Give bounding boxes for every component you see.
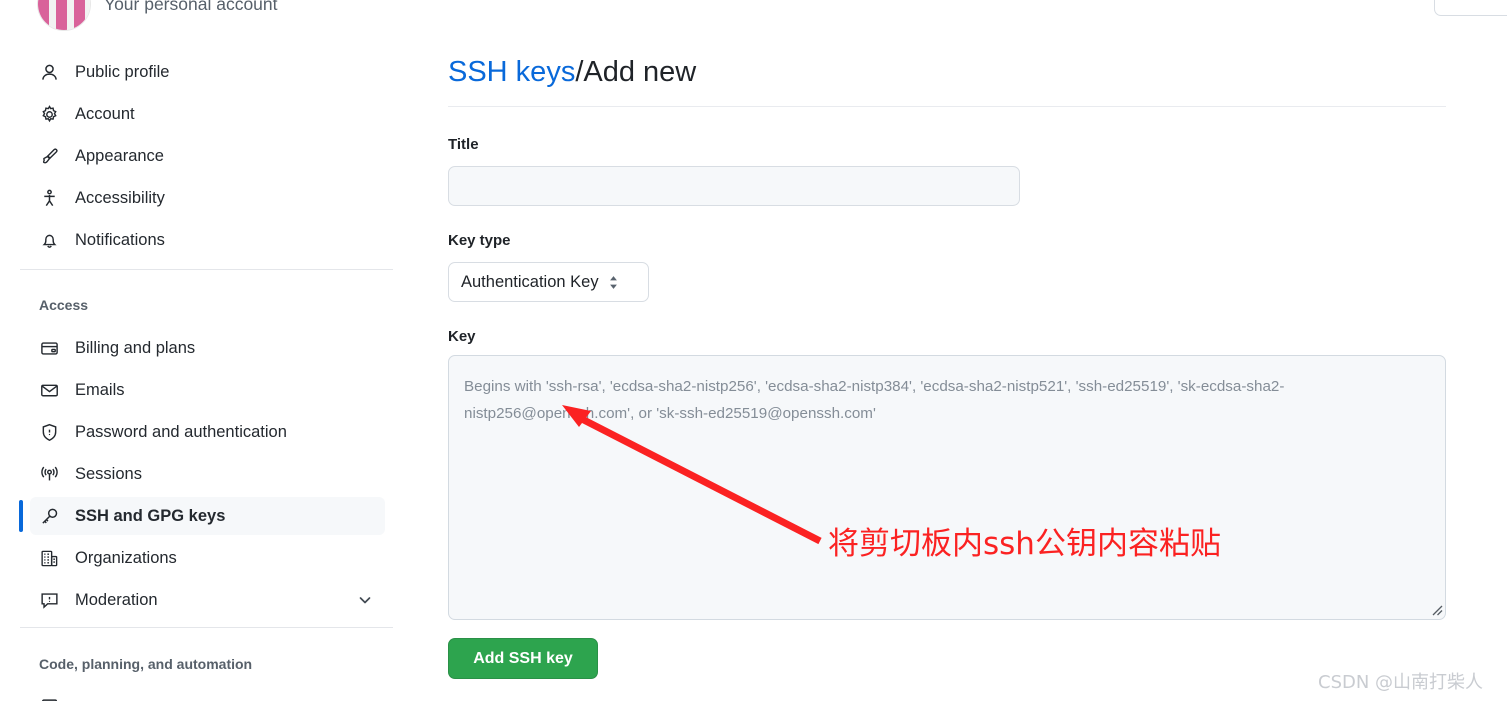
- sidebar-item-label: Sessions: [75, 464, 142, 483]
- sidebar-divider: [20, 269, 393, 270]
- bell-icon: [39, 230, 59, 250]
- settings-sidebar: Your personal account Public profile Acc…: [0, 0, 420, 701]
- sidebar-item-notifications[interactable]: Notifications: [30, 221, 385, 259]
- report-icon: [39, 590, 59, 610]
- credit-card-icon: [39, 338, 59, 358]
- sidebar-item-label: Moderation: [75, 590, 158, 609]
- sidebar-item-public-profile[interactable]: Public profile: [30, 53, 385, 91]
- sidebar-item-label: Accessibility: [75, 188, 165, 207]
- account-label: Your personal account: [104, 0, 278, 14]
- chevron-updown-icon: [607, 274, 620, 291]
- sidebar-item-organizations[interactable]: Organizations: [30, 539, 385, 577]
- title-input[interactable]: [448, 166, 1020, 206]
- add-ssh-key-button[interactable]: Add SSH key: [448, 638, 598, 679]
- sidebar-item-label: Appearance: [75, 146, 164, 165]
- sidebar-item-account[interactable]: Account: [30, 95, 385, 133]
- organization-icon: [39, 548, 59, 568]
- person-icon: [39, 62, 59, 82]
- sidebar-item-label: Billing and plans: [75, 338, 196, 357]
- main-content: SSH keys/Add new Title Key type Authenti…: [448, 0, 1507, 701]
- header-divider: [448, 106, 1446, 107]
- account-header: Your personal account: [38, 0, 278, 30]
- key-type-select[interactable]: Authentication Key: [448, 262, 649, 302]
- breadcrumb: SSH keys/Add new: [448, 56, 696, 89]
- sidebar-item-partial[interactable]: [30, 688, 385, 701]
- key-textarea[interactable]: [448, 355, 1446, 620]
- shield-lock-icon: [39, 422, 59, 442]
- chevron-down-icon[interactable]: [357, 592, 373, 608]
- sidebar-item-label: Password and authentication: [75, 422, 287, 441]
- watermark: CSDN @山南打柴人: [1318, 672, 1484, 693]
- sidebar-item-label: Organizations: [75, 548, 177, 567]
- repo-icon: [39, 697, 59, 701]
- annotation-text: 将剪切板内ssh公钥内容粘贴: [828, 526, 1221, 562]
- sidebar-item-sessions[interactable]: Sessions: [30, 455, 385, 493]
- sidebar-item-moderation[interactable]: Moderation: [30, 581, 385, 619]
- sidebar-item-ssh-and-gpg-keys[interactable]: SSH and GPG keys: [19, 497, 385, 535]
- key-type-field-label: Key type: [448, 232, 511, 249]
- key-type-selected-value: Authentication Key: [461, 272, 599, 291]
- avatar[interactable]: [38, 0, 90, 30]
- sidebar-item-label: Notifications: [75, 230, 165, 249]
- sidebar-item-billing-and-plans[interactable]: Billing and plans: [30, 329, 385, 367]
- sidebar-item-accessibility[interactable]: Accessibility: [30, 179, 385, 217]
- sidebar-section-access-title: Access: [39, 297, 89, 313]
- key-icon: [39, 506, 59, 526]
- sidebar-item-label: Public profile: [75, 62, 170, 81]
- breadcrumb-link-ssh-keys[interactable]: SSH keys: [448, 56, 575, 88]
- sidebar-section-code-title: Code, planning, and automation: [39, 656, 253, 672]
- broadcast-icon: [39, 464, 59, 484]
- top-right-partial-control[interactable]: [1434, 0, 1507, 16]
- sidebar-divider: [20, 627, 393, 628]
- title-field-label: Title: [448, 136, 479, 153]
- sidebar-item-emails[interactable]: Emails: [30, 371, 385, 409]
- sidebar-item-label: SSH and GPG keys: [75, 506, 226, 525]
- accessibility-icon: [39, 188, 59, 208]
- sidebar-item-password-and-authentication[interactable]: Password and authentication: [30, 413, 385, 451]
- breadcrumb-current: Add new: [583, 56, 697, 88]
- mail-icon: [39, 380, 59, 400]
- sidebar-item-appearance[interactable]: Appearance: [30, 137, 385, 175]
- sidebar-item-label: Account: [75, 104, 135, 123]
- paintbrush-icon: [39, 146, 59, 166]
- gear-icon: [39, 104, 59, 124]
- key-field-label: Key: [448, 328, 476, 345]
- sidebar-item-label: Emails: [75, 380, 125, 399]
- settings-page: Your personal account Public profile Acc…: [0, 0, 1507, 701]
